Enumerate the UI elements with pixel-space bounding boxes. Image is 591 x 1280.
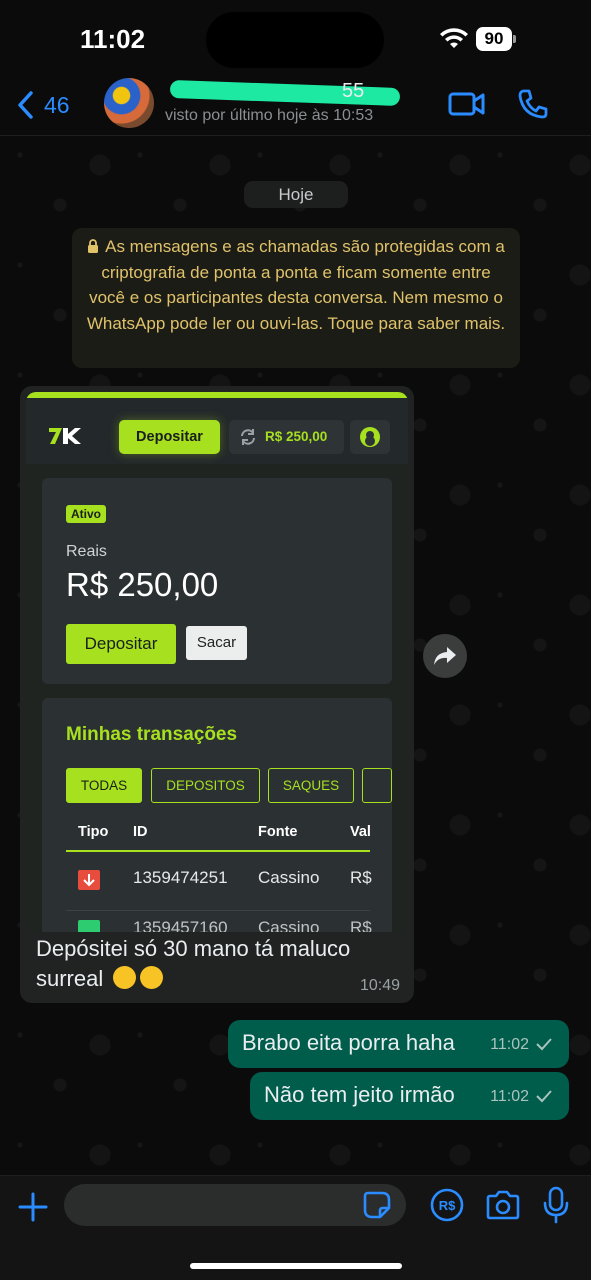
- balance-card: Ativo Reais R$ 250,00 Depositar Sacar: [42, 478, 392, 684]
- message-caption: Depósitei só 30 mano tá maluco surreal: [36, 934, 398, 994]
- column-source: Fonte: [258, 824, 298, 840]
- transactions-title: Minhas transações: [66, 724, 238, 745]
- encryption-text: As mensagens e as chamadas são protegida…: [86, 237, 506, 333]
- withdrawal-arrow-icon: [78, 870, 100, 890]
- filter-withdrawals: SAQUES: [268, 768, 354, 803]
- message-text: Não tem jeito irmão: [264, 1082, 455, 1107]
- refresh-icon: [241, 429, 255, 445]
- table-header-divider: [66, 850, 370, 852]
- caption-text: Depósitei só 30 mano tá maluco surreal: [36, 936, 351, 991]
- pix-payment-icon[interactable]: R$: [430, 1188, 464, 1222]
- column-type: Tipo: [78, 824, 109, 840]
- 7k-logo-icon: [49, 428, 81, 444]
- nav-deposit-button: Depositar: [119, 420, 220, 454]
- contact-avatar[interactable]: [104, 78, 154, 128]
- money-mouth-emoji-icon: [140, 966, 164, 989]
- last-seen-status: visto por último hoje às 10:53: [165, 107, 374, 124]
- forward-arrow-icon: [434, 647, 456, 665]
- balance-amount: R$ 250,00: [66, 566, 219, 603]
- status-time: 11:02: [80, 24, 146, 54]
- contact-name[interactable]: 55: [169, 79, 401, 107]
- message-time: 11:02: [490, 1036, 529, 1053]
- redaction-mark: [169, 79, 401, 107]
- deposit-button: Depositar: [66, 624, 176, 664]
- video-call-icon[interactable]: [448, 88, 486, 120]
- lock-icon: [88, 239, 99, 253]
- nav-balance-value: R$ 250,00: [265, 429, 328, 444]
- battery-icon: 90: [476, 27, 516, 51]
- deposit-arrow-icon: [78, 920, 100, 932]
- currency-label: Reais: [66, 543, 107, 560]
- table-row-partial-source: Cassino: [258, 918, 320, 932]
- withdraw-button: Sacar: [186, 626, 247, 660]
- message-time: 11:02: [490, 1088, 529, 1105]
- status-bar: 11:02 90: [0, 0, 591, 80]
- casino-navbar: Depositar R$ 250,00: [26, 398, 408, 464]
- table-row-partial-value: R$: [350, 918, 372, 932]
- home-indicator: [190, 1263, 402, 1269]
- outgoing-message[interactable]: Brabo eita porra haha 11:02: [228, 1020, 569, 1068]
- camera-icon[interactable]: [485, 1190, 521, 1220]
- filter-more: [362, 768, 392, 803]
- status-badge: Ativo: [66, 505, 106, 523]
- column-value: Val: [350, 824, 371, 840]
- incoming-message[interactable]: Depositar R$ 250,00 Ativo Reais R$ 250,0…: [20, 386, 414, 1003]
- message-time: 10:49: [359, 977, 400, 994]
- row-divider: [66, 910, 370, 911]
- message-text: Brabo eita porra haha: [242, 1030, 455, 1055]
- column-id: ID: [133, 824, 148, 840]
- nav-balance: R$ 250,00: [229, 420, 344, 454]
- forward-button[interactable]: [423, 634, 467, 678]
- back-button[interactable]: 46: [16, 88, 70, 122]
- filter-deposits: DEPOSITOS: [151, 768, 260, 803]
- outgoing-message[interactable]: Não tem jeito irmão 11:02: [250, 1072, 569, 1120]
- user-icon: [360, 427, 380, 447]
- table-row-value: R$: [350, 868, 372, 887]
- wifi-icon: [440, 28, 468, 48]
- microphone-icon[interactable]: [542, 1186, 570, 1224]
- message-composer: R$: [0, 1175, 591, 1280]
- message-input[interactable]: [64, 1184, 406, 1226]
- chevron-left-icon: [18, 91, 33, 119]
- profile-button: [350, 420, 390, 454]
- phone-call-icon[interactable]: [514, 88, 552, 120]
- contact-name-visible: 55: [342, 80, 365, 102]
- table-row-source: Cassino: [258, 868, 320, 887]
- svg-text:R$: R$: [439, 1198, 456, 1213]
- chat-header: 46 55 visto por último hoje às 10:53: [0, 72, 591, 136]
- date-chip: Hoje: [244, 181, 348, 208]
- unread-count: 46: [44, 91, 70, 118]
- shared-screenshot[interactable]: Depositar R$ 250,00 Ativo Reais R$ 250,0…: [26, 392, 408, 932]
- filter-all: TODAS: [66, 768, 142, 803]
- sent-check-icon: [536, 1090, 552, 1103]
- money-mouth-emoji-icon: [113, 966, 137, 989]
- battery-level: 90: [476, 27, 512, 51]
- dynamic-island: [206, 12, 384, 68]
- table-row-partial-id: 1359457160: [133, 918, 228, 932]
- transactions-card: Minhas transações TODAS DEPOSITOS SAQUES…: [42, 698, 392, 932]
- encryption-notice[interactable]: As mensagens e as chamadas são protegida…: [72, 228, 520, 368]
- sent-check-icon: [536, 1038, 552, 1051]
- plus-icon[interactable]: [16, 1190, 50, 1224]
- sticker-icon[interactable]: [362, 1190, 392, 1220]
- table-row-id: 1359474251: [133, 868, 228, 887]
